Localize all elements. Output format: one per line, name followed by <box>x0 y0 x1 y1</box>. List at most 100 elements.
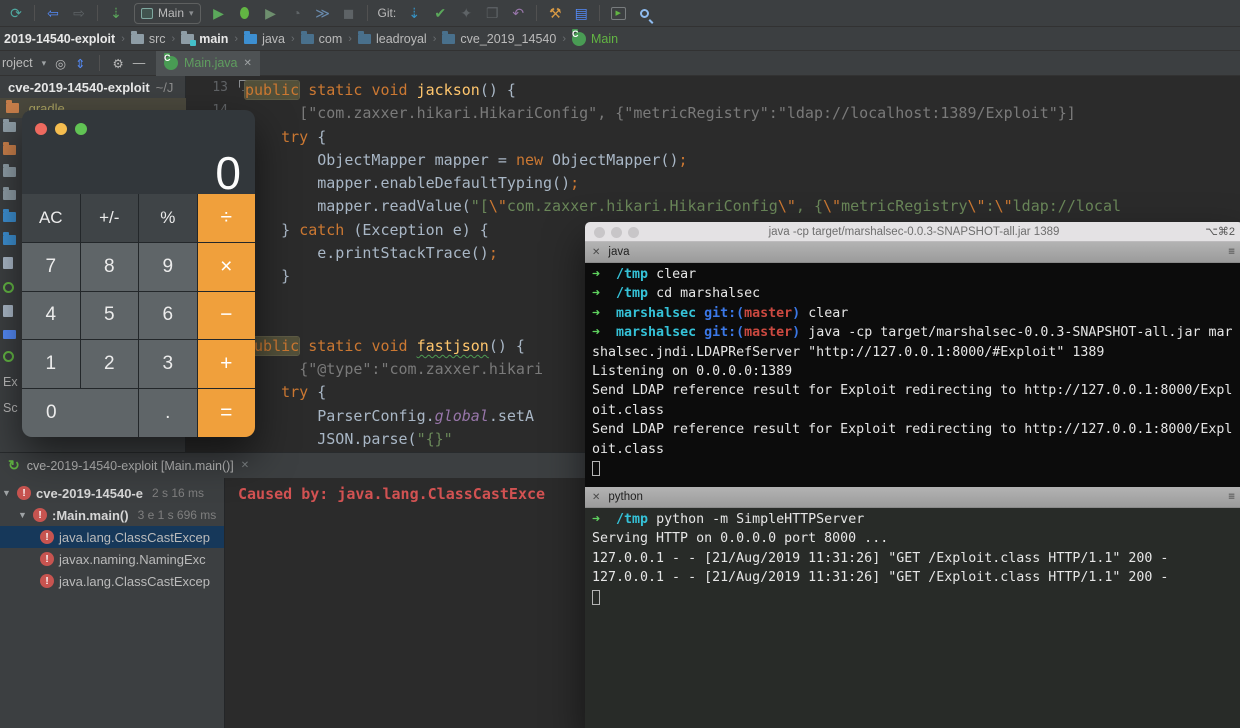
calc-button-AC[interactable]: AC <box>22 194 80 242</box>
calc-button-3[interactable]: 3 <box>139 340 197 388</box>
gradle-icon[interactable] <box>3 351 14 362</box>
breadcrumb-item-cve_2019_14540[interactable]: cve_2019_14540 <box>440 32 558 46</box>
run-anything-button[interactable]: ▶ <box>606 2 630 24</box>
breadcrumb-item-main[interactable]: main <box>179 32 230 46</box>
sync-icon[interactable]: ⟳ <box>4 2 28 24</box>
calculator-window[interactable]: 0 AC+/-%÷789×456−123+0.= <box>22 110 255 437</box>
folder-gray-icon[interactable] <box>3 190 16 200</box>
device-manager-icon[interactable]: ▤ <box>569 2 593 24</box>
rerun-icon[interactable]: ↻ <box>8 457 20 474</box>
breadcrumb-item-com[interactable]: com <box>299 32 345 46</box>
calc-button-5[interactable]: 5 <box>81 292 139 340</box>
breadcrumb-item-leadroyal[interactable]: leadroyal <box>356 32 429 46</box>
terminal-tab-python[interactable]: ✕ python ≡ <box>585 487 1240 508</box>
calc-button-−[interactable]: − <box>198 292 256 340</box>
calc-button-9[interactable]: 9 <box>139 243 197 291</box>
close-icon[interactable]: ✕ <box>241 460 249 471</box>
tree-item[interactable]: !java.lang.ClassCastExcep <box>0 526 224 548</box>
git-magic-icon[interactable]: ✦ <box>454 2 478 24</box>
project-structure-icon[interactable]: ⚒ <box>543 2 567 24</box>
folder-blue-icon[interactable] <box>3 212 16 222</box>
undo-icon[interactable]: ↶ <box>506 2 530 24</box>
tree-item[interactable]: !javax.naming.NamingExc <box>0 548 224 570</box>
tab-main-java[interactable]: Main.java ✕ <box>156 51 260 76</box>
divider <box>99 55 100 71</box>
terminal-tab-label: python <box>608 491 643 503</box>
breadcrumb-item-java[interactable]: java <box>242 32 287 46</box>
calc-button-+/-[interactable]: +/- <box>81 194 139 242</box>
menu-icon[interactable]: ≡ <box>1228 246 1235 258</box>
file-icon[interactable] <box>3 305 13 317</box>
search-everywhere-button[interactable] <box>632 2 656 24</box>
git-diff-icon[interactable]: ❐ <box>480 2 504 24</box>
search-icon <box>640 9 649 18</box>
breadcrumb-item-2019-14540-exploit[interactable]: 2019-14540-exploit <box>2 32 117 46</box>
minimize-traffic-light[interactable] <box>611 227 622 238</box>
gradle-icon[interactable] <box>3 282 14 293</box>
folder-gray-icon[interactable] <box>3 167 16 177</box>
close-traffic-light[interactable] <box>594 227 605 238</box>
project-panel-title[interactable]: roject <box>2 56 33 70</box>
forward-icon[interactable]: ⇨ <box>67 2 91 24</box>
test-results-tree[interactable]: ▼!cve-2019-14540-e2 s 16 ms▼!:Main.main(… <box>0 478 225 728</box>
close-icon[interactable]: ✕ <box>244 58 252 69</box>
terminal-titlebar[interactable]: java -cp target/marshalsec-0.0.3-SNAPSHO… <box>585 222 1240 242</box>
coverage-button[interactable]: ▶ <box>259 2 283 24</box>
folder-gray-icon[interactable] <box>3 122 16 132</box>
locate-target-icon[interactable]: ◎ <box>55 56 66 71</box>
project-item-Ex[interactable]: Ex <box>3 375 18 389</box>
run-configuration-select[interactable]: Main ▾ <box>134 3 201 24</box>
zoom-traffic-light[interactable] <box>628 227 639 238</box>
run-tab-label: cve-2019-14540-exploit [Main.main()] <box>27 459 234 473</box>
collapse-all-icon[interactable]: ⇕ <box>75 56 85 71</box>
calc-button-6[interactable]: 6 <box>139 292 197 340</box>
update-project-icon[interactable]: ⇣ <box>104 2 128 24</box>
calc-button-4[interactable]: 4 <box>22 292 80 340</box>
menu-icon[interactable]: ≡ <box>1228 491 1235 503</box>
zoom-traffic-light[interactable] <box>75 123 87 135</box>
breadcrumb-item-src[interactable]: src <box>129 32 168 46</box>
hd-icon[interactable] <box>3 330 16 339</box>
terminal-pane-java[interactable]: ➜ /tmp clear➜ /tmp cd marshalsec➜ marsha… <box>585 263 1240 487</box>
terminal-pane-python[interactable]: ➜ /tmp python -m SimpleHTTPServerServing… <box>585 508 1240 728</box>
git-update-icon[interactable]: ⇣ <box>402 2 426 24</box>
close-icon[interactable]: ✕ <box>592 247 600 258</box>
project-item-Sc[interactable]: Sc <box>3 401 18 415</box>
close-icon[interactable]: ✕ <box>592 492 600 503</box>
calc-button-+[interactable]: + <box>198 340 256 388</box>
calc-button-1[interactable]: 1 <box>22 340 80 388</box>
stop-button[interactable]: ◼ <box>337 2 361 24</box>
tree-item[interactable]: !java.lang.ClassCastExcep <box>0 570 224 592</box>
terminal-window[interactable]: java -cp target/marshalsec-0.0.3-SNAPSHO… <box>585 222 1240 728</box>
calc-button-%[interactable]: % <box>139 194 197 242</box>
expand-arrow-icon[interactable]: ▼ <box>18 510 28 520</box>
debug-button[interactable] <box>233 2 257 24</box>
gear-icon[interactable]: ⚙ <box>113 56 124 71</box>
calc-button-.[interactable]: . <box>139 389 197 437</box>
expand-arrow-icon[interactable]: ▼ <box>2 488 12 498</box>
run-to-cursor-icon[interactable]: ≫ <box>311 2 335 24</box>
git-commit-icon[interactable]: ✔ <box>428 2 452 24</box>
profiler-button[interactable]: ◔ <box>285 2 309 24</box>
run-button[interactable]: ▶ <box>207 2 231 24</box>
project-root-item[interactable]: cve-2019-14540-exploit~/J <box>8 80 173 95</box>
close-traffic-light[interactable] <box>35 123 47 135</box>
calc-button-8[interactable]: 8 <box>81 243 139 291</box>
minimize-traffic-light[interactable] <box>55 123 67 135</box>
terminal-tab-java[interactable]: ✕ java ≡ <box>585 242 1240 263</box>
calc-button-×[interactable]: × <box>198 243 256 291</box>
calc-button-7[interactable]: 7 <box>22 243 80 291</box>
hide-panel-icon[interactable]: — <box>133 56 146 70</box>
text-line: 127.0.0.1 - - [21/Aug/2019 11:31:26] "GE… <box>592 570 1240 589</box>
tree-item[interactable]: ▼!cve-2019-14540-e2 s 16 ms <box>0 482 224 504</box>
calc-button-0[interactable]: 0 <box>22 389 138 437</box>
calc-button-2[interactable]: 2 <box>81 340 139 388</box>
file-icon[interactable] <box>3 257 13 269</box>
folder-orange-icon[interactable] <box>3 145 16 155</box>
tree-item[interactable]: ▼!:Main.main()3 e 1 s 696 ms <box>0 504 224 526</box>
back-icon[interactable]: ⇦ <box>41 2 65 24</box>
calc-button-=[interactable]: = <box>198 389 256 437</box>
folder-blue-icon[interactable] <box>3 235 16 245</box>
breadcrumb-item-Main[interactable]: Main <box>570 32 620 46</box>
calc-button-÷[interactable]: ÷ <box>198 194 256 242</box>
